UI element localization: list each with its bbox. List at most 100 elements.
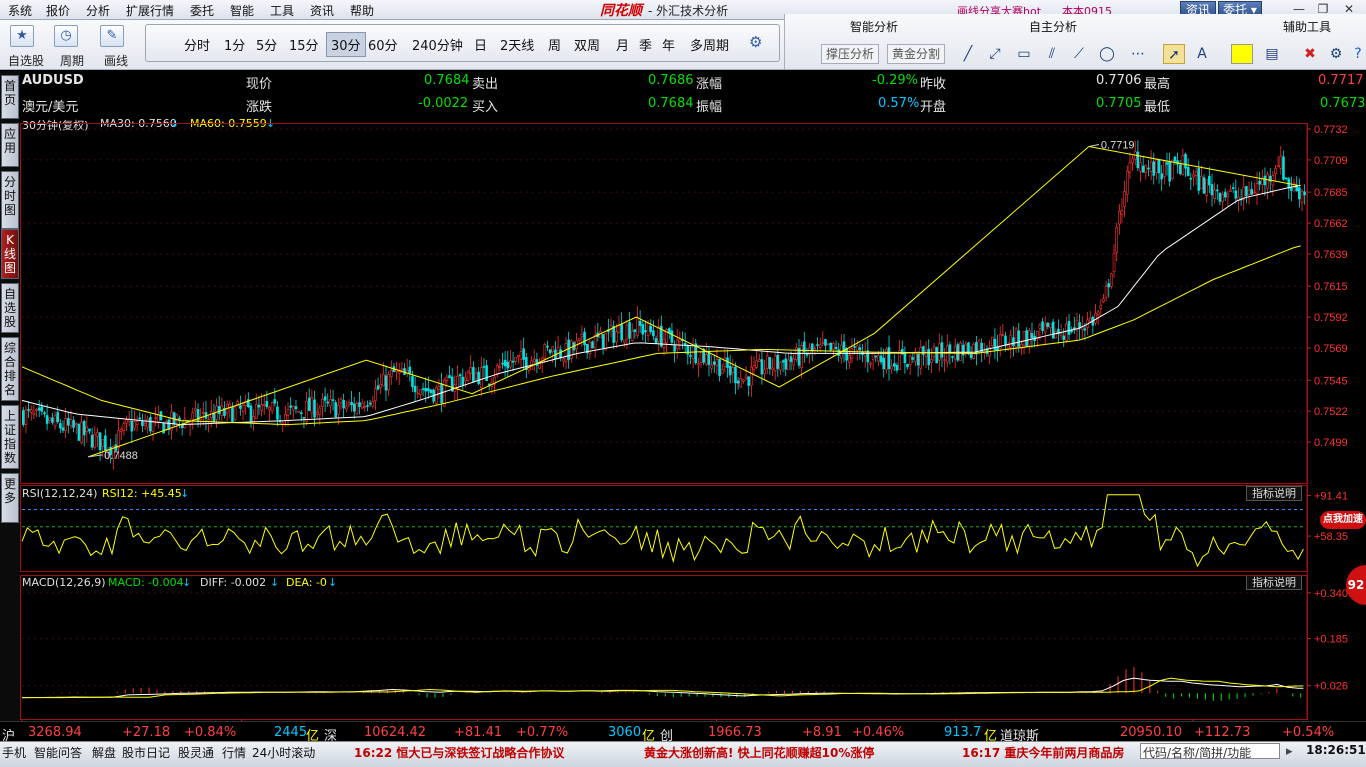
candle-body bbox=[1274, 168, 1277, 174]
period-60m[interactable]: 60分 bbox=[368, 35, 398, 54]
task-24h-scroll[interactable]: 24小时滚动 bbox=[252, 744, 315, 761]
candle-body bbox=[601, 334, 605, 348]
task-smart-qa[interactable]: 智能问答 bbox=[34, 744, 82, 761]
menu-quote[interactable]: 报价 bbox=[46, 2, 70, 19]
text-tool-icon[interactable]: A bbox=[1191, 44, 1213, 64]
channel-tool-icon[interactable]: ⫽ bbox=[1041, 44, 1063, 64]
period-2week[interactable]: 双周 bbox=[574, 35, 600, 54]
candle-body bbox=[832, 343, 835, 351]
period-multi[interactable]: 多周期 bbox=[690, 35, 729, 54]
dea-line bbox=[22, 677, 1304, 699]
tab-apps[interactable]: 应用 bbox=[1, 123, 19, 167]
news-ticker-2[interactable]: 黄金大涨创新高! 快上同花顺赚超10%涨停 bbox=[644, 744, 874, 761]
tab-more[interactable]: 更多 bbox=[1, 473, 19, 523]
period-240m[interactable]: 240分钟 bbox=[412, 35, 463, 54]
candle-body bbox=[755, 360, 758, 368]
candle-body bbox=[1189, 177, 1193, 180]
search-dropdown-icon[interactable]: ▸ bbox=[1286, 744, 1293, 759]
candle-body bbox=[916, 354, 920, 366]
menu-tools[interactable]: 工具 bbox=[270, 2, 294, 19]
menu-help[interactable]: 帮助 bbox=[350, 2, 374, 19]
low-price-label: 0.7488 bbox=[104, 450, 138, 462]
candle-body bbox=[1173, 156, 1177, 162]
tab-ranking[interactable]: 综合排名 bbox=[1, 337, 19, 401]
self-analysis-title[interactable]: 自主分析 bbox=[1029, 18, 1077, 35]
candle-body bbox=[154, 417, 157, 419]
task-market[interactable]: 行情 bbox=[222, 744, 246, 761]
aux-tools-title[interactable]: 辅助工具 bbox=[1283, 18, 1331, 35]
period-5m[interactable]: 5分 bbox=[256, 35, 277, 54]
candle-body bbox=[858, 347, 862, 351]
code-search-input[interactable]: 代码/名称/简拼/功能 bbox=[1140, 743, 1280, 760]
candle-body bbox=[773, 355, 777, 372]
candle-body bbox=[1229, 189, 1232, 192]
smart-analysis-title[interactable]: 智能分析 bbox=[850, 18, 898, 35]
line-tool-icon[interactable]: ╱ bbox=[957, 44, 979, 64]
price-tick-label: 0.7732 bbox=[1314, 124, 1348, 136]
candle-body bbox=[307, 397, 311, 411]
task-commentary[interactable]: 解盘 bbox=[92, 744, 116, 761]
period-15m[interactable]: 15分 bbox=[289, 35, 319, 54]
more-tools-icon[interactable]: ⋯ bbox=[1127, 44, 1149, 64]
menu-news[interactable]: 资讯 bbox=[310, 2, 334, 19]
candle-body bbox=[191, 412, 195, 420]
menu-analysis[interactable]: 分析 bbox=[86, 2, 110, 19]
cursor-tool-icon[interactable]: ➚ bbox=[1163, 44, 1185, 64]
candle-body bbox=[927, 348, 931, 366]
period-day[interactable]: 日 bbox=[474, 35, 487, 54]
task-mobile[interactable]: 手机 bbox=[2, 744, 26, 761]
rect-tool-icon[interactable]: ▭ bbox=[1013, 44, 1035, 64]
cy-pct: +0.46% bbox=[852, 725, 905, 740]
support-resistance-button[interactable]: 撑压分析 bbox=[821, 44, 879, 64]
delete-tool-icon[interactable]: ✖ bbox=[1299, 44, 1321, 64]
news-ticker-3[interactable]: 16:17 重庆今年前两月商品房 bbox=[962, 744, 1138, 761]
task-gulingtong[interactable]: 股灵通 bbox=[178, 744, 214, 761]
candle-body bbox=[551, 346, 555, 352]
candle-body bbox=[784, 358, 788, 370]
segment-tool-icon[interactable]: ⤢ bbox=[984, 44, 1006, 64]
period-month[interactable]: 月 bbox=[616, 35, 629, 54]
period-tick[interactable]: 分时 bbox=[184, 35, 210, 54]
period-2day[interactable]: 2天线 bbox=[500, 35, 534, 54]
period-week[interactable]: 周 bbox=[548, 35, 561, 54]
tab-timeshare[interactable]: 分时图 bbox=[1, 171, 19, 229]
menu-system[interactable]: 系统 bbox=[8, 2, 32, 19]
tool-settings-icon[interactable]: ⚙ bbox=[1325, 44, 1347, 64]
candle-body bbox=[421, 388, 425, 391]
candle-body bbox=[82, 420, 86, 436]
tab-kline[interactable]: K线图 bbox=[1, 229, 19, 279]
help-icon[interactable]: ? bbox=[1347, 44, 1366, 64]
menu-smart[interactable]: 智能 bbox=[230, 2, 254, 19]
period-30m[interactable]: 30分 bbox=[326, 32, 366, 57]
candle-body bbox=[906, 363, 909, 368]
task-diary[interactable]: 股市日记 bbox=[122, 744, 170, 761]
candle-body bbox=[40, 406, 44, 412]
watchlist-icon[interactable]: ★ bbox=[10, 25, 34, 47]
candle-body bbox=[1276, 165, 1280, 168]
candle-body bbox=[472, 367, 475, 382]
news-ticker-1[interactable]: 16:22 恒大已与深铁签订战略合作协议 bbox=[354, 744, 564, 761]
period-quarter[interactable]: 季 bbox=[639, 35, 652, 54]
menu-ext-quote[interactable]: 扩展行情 bbox=[126, 2, 174, 19]
format-tool-icon[interactable]: ▤ bbox=[1261, 44, 1283, 64]
color-swatch[interactable] bbox=[1231, 44, 1253, 64]
tab-home[interactable]: 首页 bbox=[1, 75, 19, 119]
period-year[interactable]: 年 bbox=[662, 35, 675, 54]
tab-sh-index[interactable]: 上证指数 bbox=[1, 405, 19, 469]
parallel-tool-icon[interactable]: ⟋ bbox=[1068, 44, 1090, 64]
cy-index: 1966.73 bbox=[708, 725, 762, 740]
settings-gear-icon[interactable]: ⚙ bbox=[749, 33, 762, 51]
candle-body bbox=[334, 402, 337, 418]
candle-body bbox=[59, 423, 62, 429]
ellipse-tool-icon[interactable]: ◯ bbox=[1096, 44, 1118, 64]
tab-watchlist[interactable]: 自选股 bbox=[1, 283, 19, 333]
draw-icon[interactable]: ✎ bbox=[100, 25, 124, 47]
kline-chart[interactable]: 0.7732 0.7709 0.7685 0.7662 0.7639 0.7615 0.75… bbox=[20, 71, 1366, 721]
period-1m[interactable]: 1分 bbox=[224, 35, 245, 54]
menu-trade[interactable]: 委托 bbox=[190, 2, 214, 19]
golden-section-button[interactable]: 黄金分割 bbox=[887, 44, 945, 64]
speedup-badge[interactable]: 点我加速 bbox=[1320, 511, 1366, 529]
price-marks: 0.7488 0.7719 bbox=[88, 139, 1135, 462]
period-icon[interactable]: ◷ bbox=[54, 25, 78, 47]
candle-body bbox=[133, 421, 136, 429]
